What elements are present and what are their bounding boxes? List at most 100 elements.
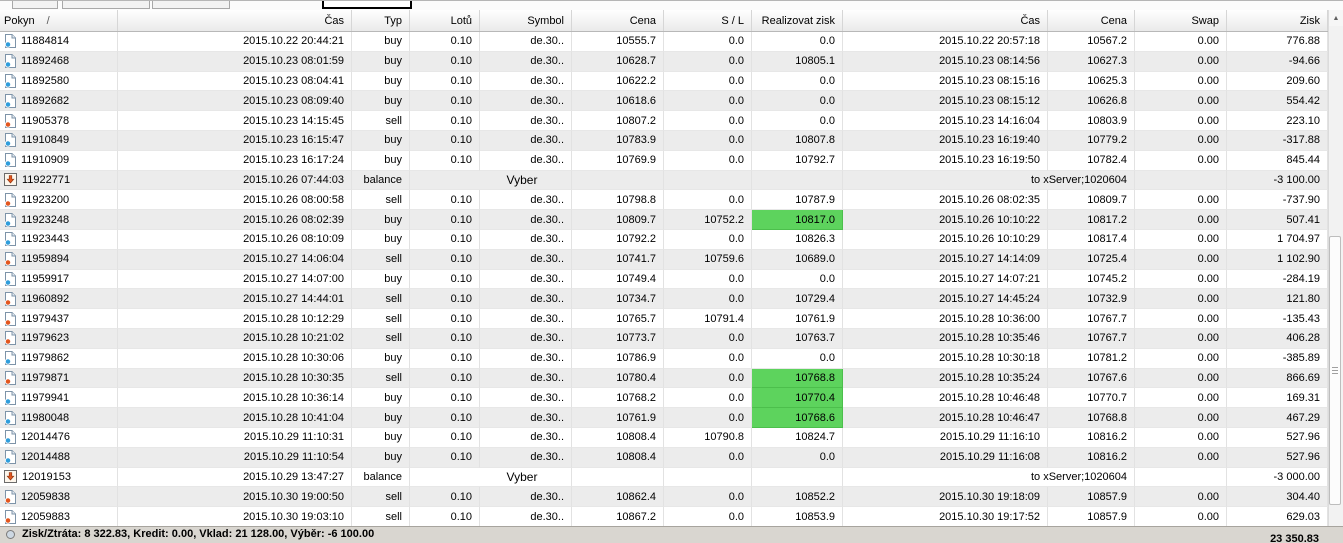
cell-close_time: 2015.10.27 14:14:09 [843,249,1048,270]
order-number: 11980048 [21,411,70,424]
trade-row[interactable]: 11979941 2015.10.28 10:36:14 buy 0.10 de.30.… [0,388,1328,409]
trade-row[interactable]: 11959917 2015.10.27 14:07:00 buy 0.10 de.30.… [0,269,1328,290]
trade-row[interactable]: 12059838 2015.10.30 19:00:50 sell 0.10 de.30… [0,487,1328,508]
cell-symbol: de.30.. [480,190,572,211]
doc-buy-icon [4,34,16,49]
cell-tp: 0.0 [752,269,843,290]
cell-swap [1135,170,1227,191]
trade-row[interactable]: 11892682 2015.10.23 08:09:40 buy 0.10 de.30.… [0,91,1328,112]
cell-open_time: 2015.10.23 14:15:45 [118,111,352,131]
column-header-open_price[interactable]: Cena [572,10,664,31]
cell-close_time: 2015.10.29 11:16:10 [843,427,1048,448]
trade-row[interactable]: 11980048 2015.10.28 10:41:04 buy 0.10 de.30.… [0,408,1328,428]
cell-tp: 10853.9 [752,507,843,527]
cell-close_price: 10745.2 [1048,269,1135,290]
trade-row[interactable]: 12059883 2015.10.30 19:03:10 sell 0.10 de.30… [0,507,1328,527]
cell-open_price: 10765.7 [572,309,664,329]
toolbar-fragment [62,1,150,9]
trade-row[interactable]: 11923248 2015.10.26 08:02:39 buy 0.10 de.30.… [0,210,1328,230]
cell-type_label: sell [352,328,410,349]
cell-close_time: 2015.10.29 11:16:08 [843,447,1048,468]
trade-row[interactable]: 11979623 2015.10.28 10:21:02 sell 0.10 de.30… [0,328,1328,349]
cell-open_time: 2015.10.28 10:21:02 [118,328,352,349]
cell-close_time: 2015.10.30 19:17:52 [843,507,1048,527]
cell-order: 11959917 [0,269,118,290]
cell-close_time: 2015.10.23 08:15:16 [843,71,1048,92]
cell-symbol: de.30.. [480,427,572,448]
column-header-order[interactable]: Pokyn / [0,10,118,31]
cell-sl: 0.0 [664,190,752,211]
cell-close_price: 10816.2 [1048,427,1135,448]
column-header-sl[interactable]: S / L [664,10,752,31]
column-header-label: S / L [721,14,744,27]
cell-profit: -135.43 [1227,309,1328,329]
cell-open-time: 2015.10.26 07:44:03 [118,170,352,191]
column-header-lots[interactable]: Lotů [410,10,480,31]
trade-row[interactable]: 12014476 2015.10.29 11:10:31 buy 0.10 de.30.… [0,427,1328,448]
cell-empty [664,170,752,191]
cell-type_label: sell [352,507,410,527]
doc-buy-icon [4,93,16,108]
cell-close_time: 2015.10.23 08:14:56 [843,51,1048,72]
trade-row[interactable]: 11910849 2015.10.23 16:15:47 buy 0.10 de.30.… [0,130,1328,151]
column-header-open_time[interactable]: Čas [118,10,352,31]
trade-row[interactable]: 12014488 2015.10.29 11:10:54 buy 0.10 de.30.… [0,447,1328,468]
column-header-label: Čas [324,14,344,27]
cell-empty [752,170,843,191]
column-header-type_label[interactable]: Typ [352,10,410,31]
column-header-tp[interactable]: Realizovat zisk [752,10,843,31]
trade-row[interactable]: 11892580 2015.10.23 08:04:41 buy 0.10 de.30.… [0,71,1328,92]
vertical-scrollbar[interactable]: ▲ [1328,10,1343,526]
column-header-close_price[interactable]: Cena [1048,10,1135,31]
column-header-label: Typ [384,14,402,27]
cell-symbol: de.30.. [480,269,572,290]
cell-profit: -385.89 [1227,348,1328,369]
table-header: Pokyn / Čas Typ Lotů Symbol Cena S / L Realizova… [0,10,1328,32]
scroll-up-button[interactable]: ▲ [1329,10,1343,26]
cell-close_price: 10626.8 [1048,91,1135,112]
column-header-symbol[interactable]: Symbol [480,10,572,31]
trade-row[interactable]: 11905378 2015.10.23 14:15:45 sell 0.10 de.30… [0,111,1328,131]
doc-sell-icon [4,252,16,267]
cell-tp: 10763.7 [752,328,843,349]
trade-row[interactable]: 11884814 2015.10.22 20:44:21 buy 0.10 de.30.… [0,32,1328,52]
doc-buy-icon [4,212,16,227]
trade-row[interactable]: 11979871 2015.10.28 10:30:35 sell 0.10 de.30… [0,368,1328,389]
doc-buy-icon [4,133,16,148]
trade-row[interactable]: 11923200 2015.10.26 08:00:58 sell 0.10 de.30… [0,190,1328,211]
trade-row[interactable]: 11923443 2015.10.26 08:10:09 buy 0.10 de.30.… [0,229,1328,250]
balance-row[interactable]: 11922771 2015.10.26 07:44:03 balance Vyber t… [0,170,1328,191]
doc-sell-icon [4,291,16,306]
trade-row[interactable]: 11892468 2015.10.23 08:01:59 buy 0.10 de.30.… [0,51,1328,72]
cell-close_time: 2015.10.23 16:19:40 [843,130,1048,151]
cell-empty [572,170,664,191]
cell-tp: 10787.9 [752,190,843,211]
cell-symbol: de.30.. [480,71,572,92]
column-header-profit[interactable]: Zisk [1227,10,1328,31]
trade-row[interactable]: 11959894 2015.10.27 14:06:04 sell 0.10 de.30… [0,249,1328,270]
column-header-swap[interactable]: Swap [1135,10,1227,31]
balance-arrow-icon [4,470,17,484]
trade-row[interactable]: 11960892 2015.10.27 14:44:01 sell 0.10 de.30… [0,289,1328,310]
cell-lots: 0.10 [410,289,480,310]
cell-symbol: de.30.. [480,388,572,409]
cell-profit: 467.29 [1227,408,1328,428]
trade-row[interactable]: 11979437 2015.10.28 10:12:29 sell 0.10 de.30… [0,309,1328,329]
cell-type_label: sell [352,111,410,131]
cell-swap: 0.00 [1135,190,1227,211]
cell-open_time: 2015.10.28 10:30:06 [118,348,352,369]
cell-lots: 0.10 [410,32,480,52]
trade-row[interactable]: 11979862 2015.10.28 10:30:06 buy 0.10 de.30.… [0,348,1328,369]
balance-row[interactable]: 12019153 2015.10.29 13:47:27 balance Vyber t… [0,467,1328,488]
cell-close_price: 10767.6 [1048,368,1135,389]
cell-close_price: 10816.2 [1048,447,1135,468]
cell-swap: 0.00 [1135,348,1227,369]
doc-buy-icon [4,390,16,405]
scrollbar-thumb[interactable] [1329,236,1341,505]
cell-sl: 0.0 [664,229,752,250]
cell-profit: 527.96 [1227,427,1328,448]
cell-open_time: 2015.10.22 20:44:21 [118,32,352,52]
cell-tp: 10689.0 [752,249,843,270]
column-header-close_time[interactable]: Čas [843,10,1048,31]
trade-row[interactable]: 11910909 2015.10.23 16:17:24 buy 0.10 de.30.… [0,150,1328,171]
